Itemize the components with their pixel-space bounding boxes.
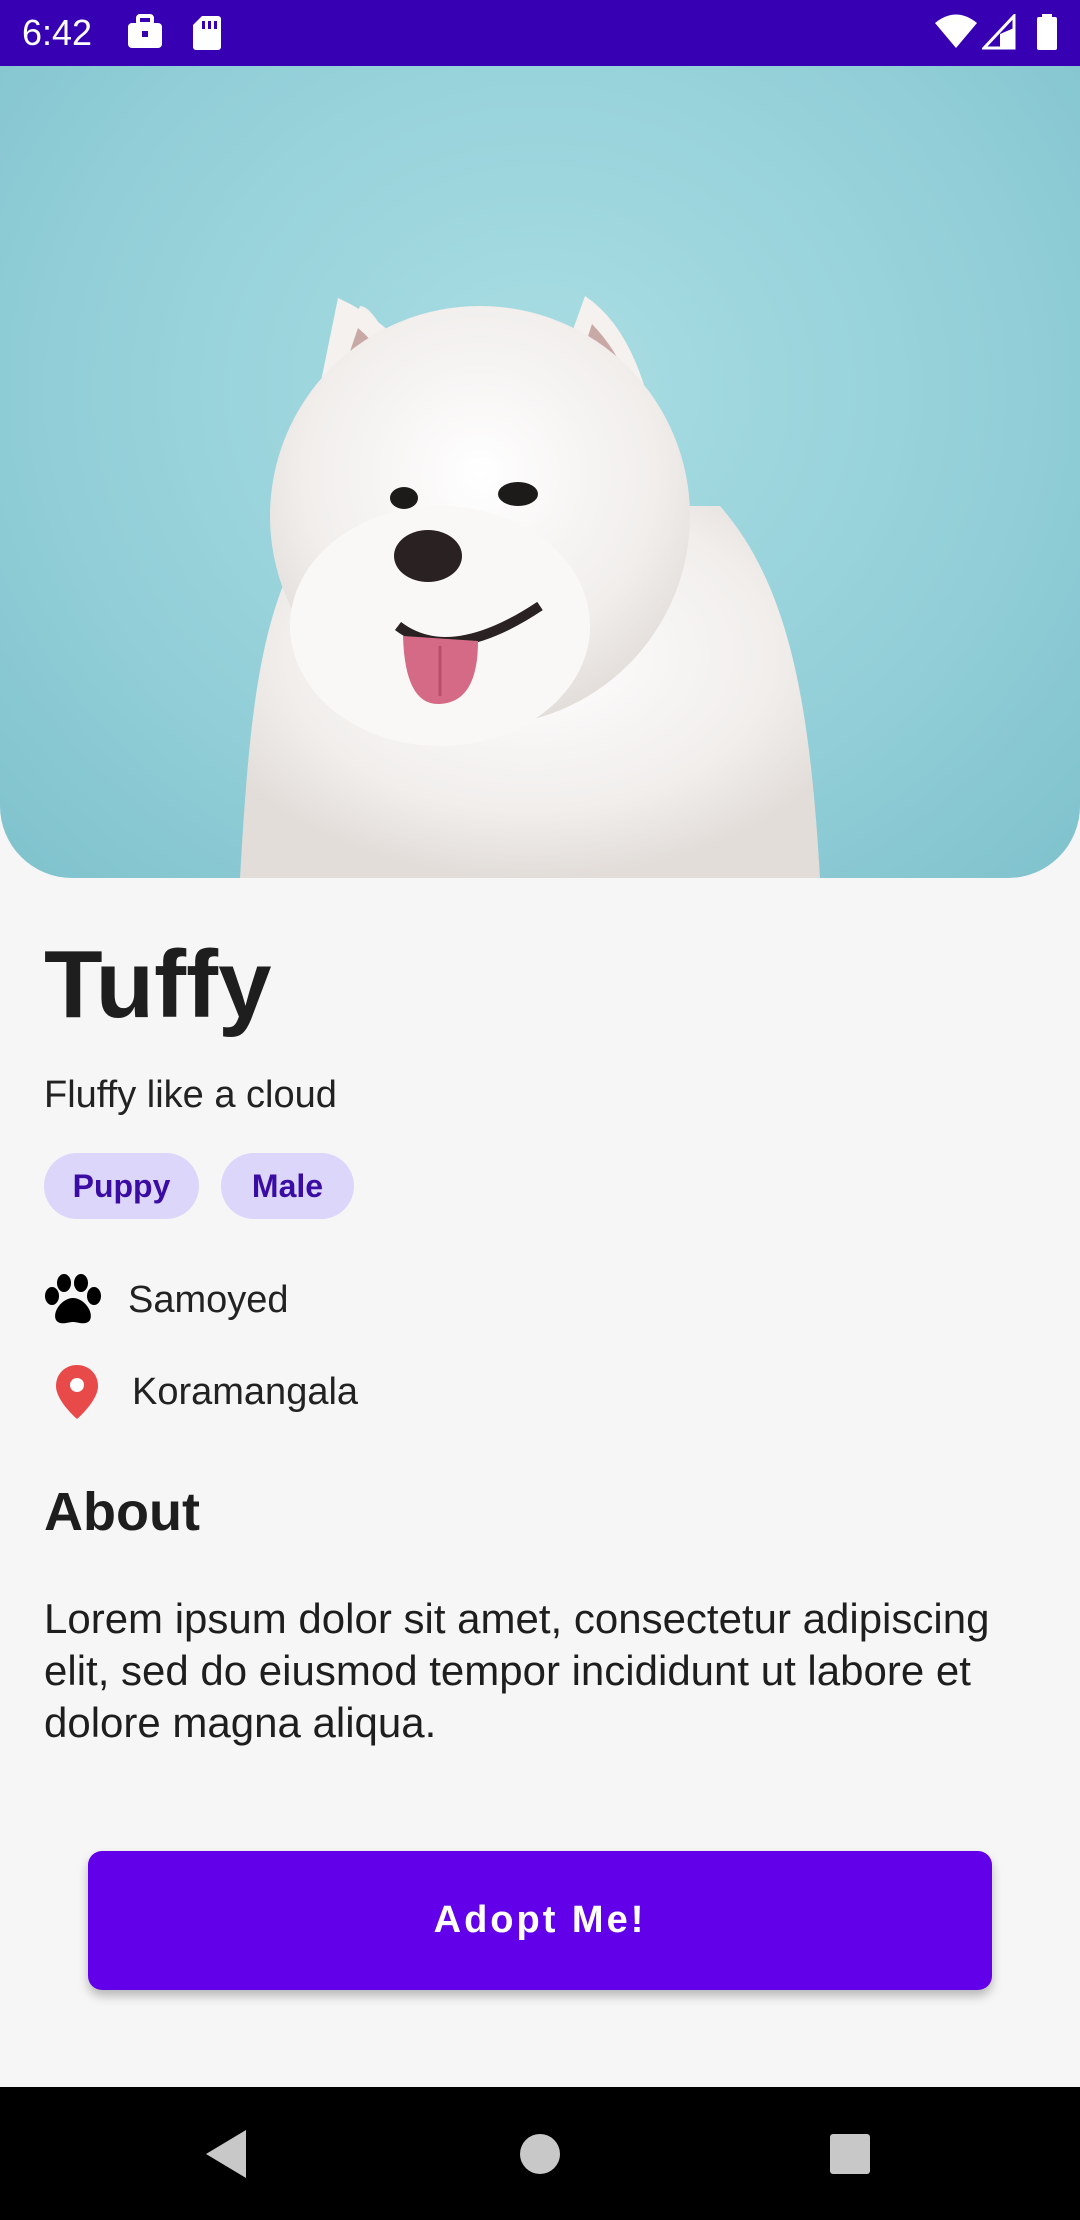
about-heading: About <box>44 1482 200 1542</box>
location-pin-icon <box>44 1363 106 1421</box>
breed-row: Samoyed <box>44 1274 289 1326</box>
tag-chip-puppy: Puppy <box>44 1153 199 1219</box>
pet-tagline: Fluffy like a cloud <box>44 1074 337 1116</box>
wifi-icon <box>934 14 978 55</box>
recents-icon <box>830 2133 870 2174</box>
home-icon <box>520 2133 560 2174</box>
tag-chip-male: Male <box>221 1153 354 1219</box>
back-button[interactable] <box>166 2087 286 2220</box>
recents-button[interactable] <box>790 2087 910 2220</box>
battery-icon <box>1036 14 1058 55</box>
paw-icon <box>44 1274 102 1326</box>
home-button[interactable] <box>480 2087 600 2220</box>
back-icon <box>206 2129 246 2178</box>
status-time: 6:42 <box>22 12 93 53</box>
sd-card-icon <box>192 14 222 55</box>
pet-name: Tuffy <box>44 931 272 1038</box>
about-body: Lorem ipsum dolor sit amet, consectetur … <box>44 1595 990 1746</box>
pet-photo <box>0 66 1080 878</box>
navigation-bar <box>0 2087 1080 2220</box>
adopt-me-button[interactable]: Adopt Me! <box>88 1851 992 1990</box>
briefcase-icon <box>126 14 164 55</box>
dog-photo-illustration <box>240 296 820 878</box>
location-text: Koramangala <box>132 1371 359 1413</box>
breed-text: Samoyed <box>128 1279 289 1321</box>
signal-icon <box>980 12 1016 55</box>
status-bar: 6:42 <box>0 0 1080 66</box>
location-row: Koramangala <box>44 1363 358 1421</box>
